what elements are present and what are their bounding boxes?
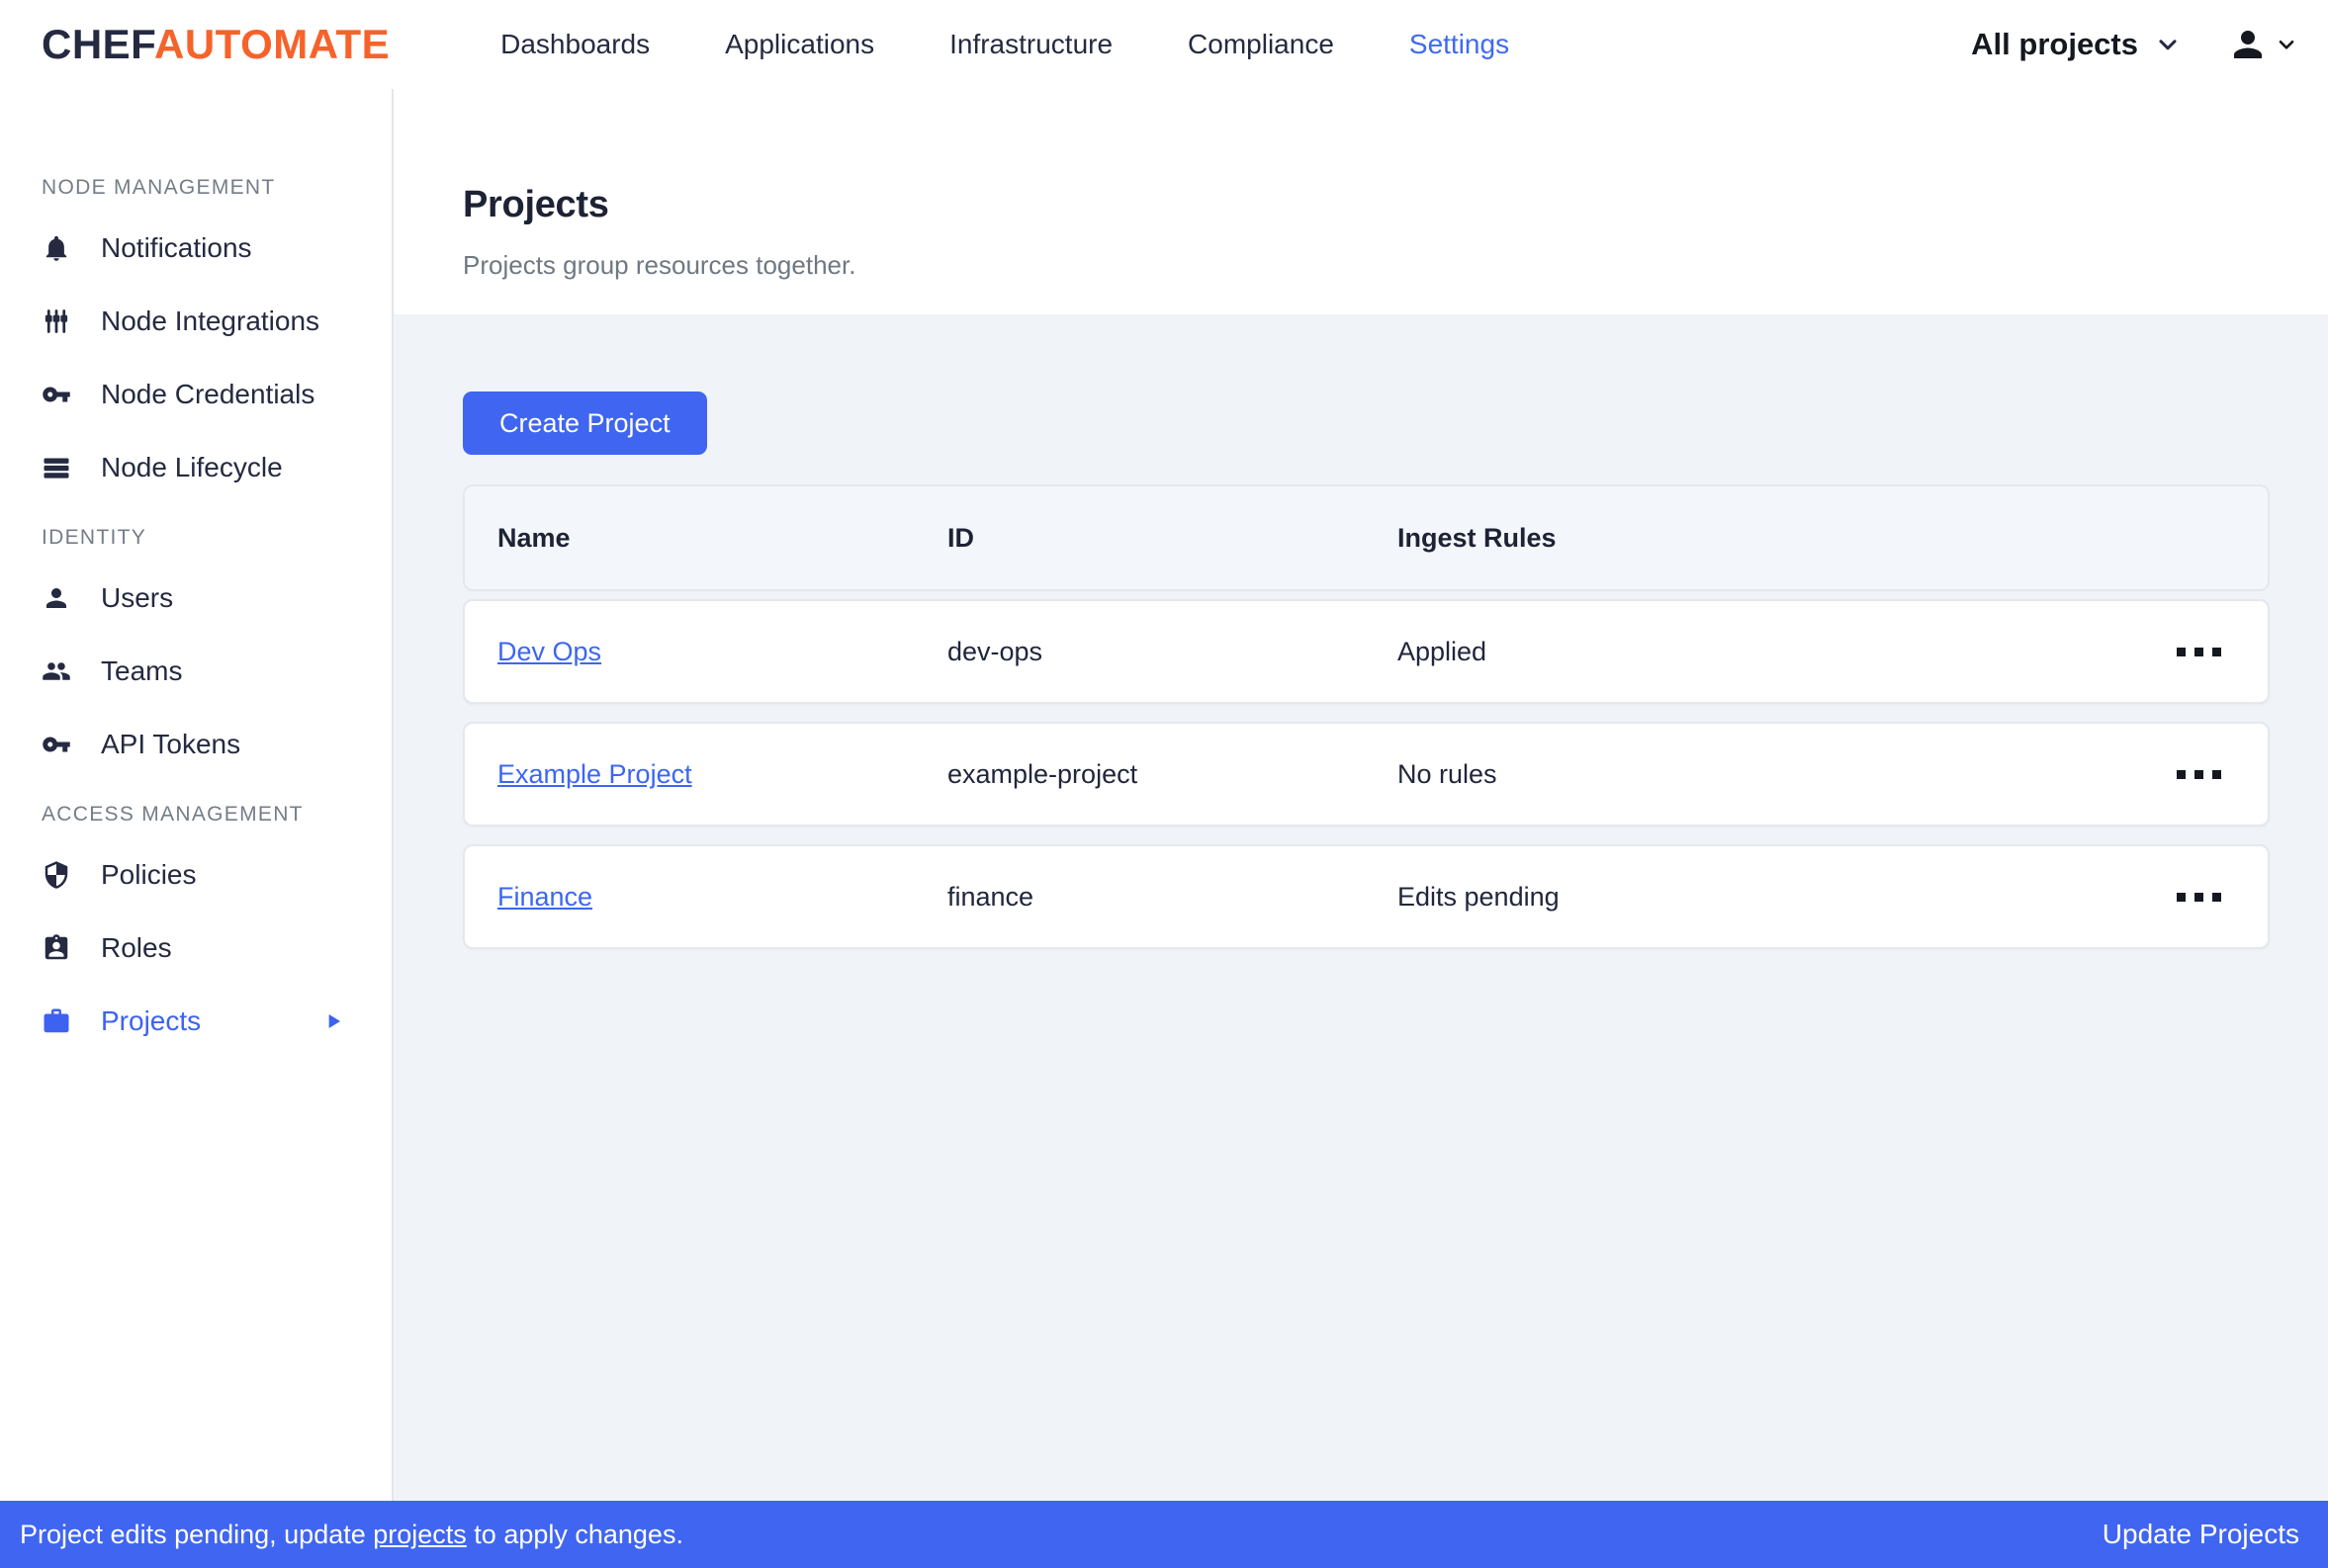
user-menu[interactable] (2227, 24, 2298, 65)
logo-chef: CHEF (42, 21, 154, 67)
project-filter-dropdown[interactable]: All projects (1971, 27, 2182, 62)
table-row: Dev Ops dev-ops Applied (463, 599, 2270, 704)
project-filter-label: All projects (1971, 27, 2138, 62)
nav-applications[interactable]: Applications (725, 29, 874, 60)
table-row: Example Project example-project No rules (463, 722, 2270, 827)
users-icon (42, 656, 73, 686)
banner-text-before: Project edits pending, update (20, 1520, 373, 1549)
banner-message: Project edits pending, update projects t… (20, 1520, 683, 1550)
page-header: Projects Projects group resources togeth… (394, 89, 2328, 314)
sidebar-item-label: Node Credentials (101, 379, 314, 410)
sidebar-item-label: Users (101, 582, 173, 614)
sidebar-item-label: API Tokens (101, 729, 240, 760)
sidebar-item-label: Projects (101, 1005, 201, 1037)
sidebar-section-access-management: ACCESS MANAGEMENT Policies Roles Project… (0, 803, 392, 1058)
server-icon (42, 453, 73, 482)
page-title: Projects (463, 184, 2328, 226)
nav-right: All projects (1971, 24, 2298, 65)
arrow-right-icon[interactable] (320, 1008, 352, 1034)
sidebar-item-teams[interactable]: Teams (0, 635, 392, 708)
settings-sidebar: NODE MANAGEMENT Notifications Node Integ… (0, 89, 394, 1501)
sidebar-item-label: Node Lifecycle (101, 452, 283, 483)
ingest-rules-cell: Edits pending (1397, 882, 2104, 913)
sidebar-item-label: Teams (101, 655, 182, 687)
table-header-row: Name ID Ingest Rules (463, 484, 2270, 591)
nav-settings[interactable]: Settings (1409, 29, 1509, 60)
ellipsis-menu-button[interactable] (2175, 760, 2223, 789)
project-id-cell: dev-ops (947, 637, 1397, 667)
project-id-cell: example-project (947, 759, 1397, 790)
section-header: IDENTITY (0, 526, 392, 550)
project-link-dev-ops[interactable]: Dev Ops (497, 637, 601, 666)
user-icon (42, 583, 73, 613)
sidebar-item-label: Node Integrations (101, 305, 319, 337)
sidebar-item-policies[interactable]: Policies (0, 838, 392, 912)
banner-text-after: to apply changes. (467, 1520, 683, 1549)
create-project-button[interactable]: Create Project (463, 392, 707, 455)
sidebar-item-api-tokens[interactable]: API Tokens (0, 708, 392, 781)
column-header-name: Name (497, 523, 947, 554)
chevron-down-icon (2154, 31, 2182, 58)
project-link-finance[interactable]: Finance (497, 882, 592, 912)
logo-automate: AUTOMATE (154, 21, 390, 67)
project-link-example-project[interactable]: Example Project (497, 759, 692, 789)
sidebar-item-label: Notifications (101, 232, 252, 264)
key-icon (42, 380, 73, 409)
key-icon (42, 730, 73, 759)
sidebar-item-label: Roles (101, 932, 172, 964)
sidebar-item-roles[interactable]: Roles (0, 912, 392, 985)
sidebar-item-label: Policies (101, 859, 196, 891)
sidebar-item-node-integrations[interactable]: Node Integrations (0, 285, 392, 358)
section-header: NODE MANAGEMENT (0, 176, 392, 200)
column-header-id: ID (947, 523, 1397, 554)
sidebar-section-identity: IDENTITY Users Teams API Tokens (0, 526, 392, 781)
sidebar-item-users[interactable]: Users (0, 562, 392, 635)
avatar-icon (2227, 24, 2269, 65)
sidebar-item-projects[interactable]: Projects (0, 985, 392, 1058)
ellipsis-menu-button[interactable] (2175, 638, 2223, 666)
sidebar-section-node-management: NODE MANAGEMENT Notifications Node Integ… (0, 176, 392, 504)
badge-icon (42, 933, 73, 963)
chevron-down-icon (2275, 33, 2298, 56)
main-content: Projects Projects group resources togeth… (394, 89, 2328, 1501)
top-navbar: CHEFAUTOMATE Dashboards Applications Inf… (0, 0, 2328, 89)
projects-table: Name ID Ingest Rules Dev Ops dev-ops App… (463, 484, 2270, 949)
bell-icon (42, 233, 73, 263)
sliders-icon (42, 306, 73, 336)
nav-dashboards[interactable]: Dashboards (500, 29, 650, 60)
nav-compliance[interactable]: Compliance (1188, 29, 1334, 60)
chef-automate-logo: CHEFAUTOMATE (42, 21, 390, 68)
update-projects-button[interactable]: Update Projects (2103, 1519, 2299, 1550)
ellipsis-menu-button[interactable] (2175, 883, 2223, 912)
main-nav: Dashboards Applications Infrastructure C… (500, 29, 1509, 60)
banner-projects-link[interactable]: projects (373, 1520, 467, 1549)
section-header: ACCESS MANAGEMENT (0, 803, 392, 827)
sidebar-item-node-credentials[interactable]: Node Credentials (0, 358, 392, 431)
pending-edits-banner: Project edits pending, update projects t… (0, 1501, 2328, 1568)
briefcase-icon (42, 1006, 73, 1036)
table-row: Finance finance Edits pending (463, 844, 2270, 949)
page-subtitle: Projects group resources together. (463, 250, 2328, 281)
shield-icon (42, 860, 73, 890)
sidebar-item-notifications[interactable]: Notifications (0, 212, 392, 285)
column-header-ingest-rules: Ingest Rules (1397, 523, 2104, 554)
projects-panel: Create Project Name ID Ingest Rules Dev … (394, 314, 2328, 1501)
sidebar-item-node-lifecycle[interactable]: Node Lifecycle (0, 431, 392, 504)
nav-infrastructure[interactable]: Infrastructure (949, 29, 1113, 60)
ingest-rules-cell: Applied (1397, 637, 2104, 667)
project-id-cell: finance (947, 882, 1397, 913)
ingest-rules-cell: No rules (1397, 759, 2104, 790)
